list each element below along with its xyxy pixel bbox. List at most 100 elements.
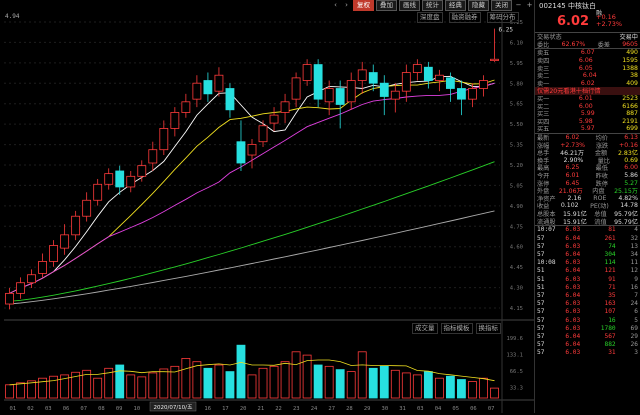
toolbar-button-1[interactable]: 叠加 — [376, 0, 397, 11]
candle-body[interactable] — [71, 215, 81, 236]
candle-body[interactable] — [38, 261, 47, 274]
volume-bar[interactable] — [324, 365, 334, 399]
candle-body[interactable] — [181, 101, 191, 113]
candle-body[interactable] — [390, 90, 400, 100]
candle-body[interactable] — [357, 69, 367, 81]
toolbar-button-3[interactable]: 统计 — [422, 0, 443, 11]
candle-body[interactable] — [280, 101, 290, 113]
arrow-right-icon[interactable]: › — [342, 1, 351, 10]
candle-body[interactable] — [335, 88, 345, 105]
candle-body[interactable] — [445, 77, 455, 89]
volume-bar[interactable] — [423, 371, 433, 399]
volume-bar[interactable] — [214, 364, 224, 399]
candle-body[interactable] — [104, 173, 114, 185]
candle-body[interactable] — [291, 77, 301, 100]
candle-body[interactable] — [60, 234, 70, 249]
volume-bar[interactable] — [368, 367, 378, 399]
volume-bar[interactable] — [313, 364, 323, 399]
volume-bar[interactable] — [269, 365, 279, 399]
candle-body[interactable] — [214, 74, 224, 92]
volume-tab-1[interactable]: 指标模板 — [440, 323, 473, 334]
volume-tab-0[interactable]: 成交量 — [412, 323, 438, 334]
kline-chart-area[interactable]: 6.25 6.10 5.95 5.80 5.65 5.50 5.35 5.20 5.05 4.90… — [0, 0, 534, 413]
candle-body[interactable] — [225, 88, 235, 111]
volume-bar[interactable] — [390, 369, 400, 399]
candle-body[interactable] — [49, 245, 59, 262]
candle-body[interactable] — [236, 141, 246, 164]
volume-bar[interactable] — [445, 375, 455, 399]
volume-bar[interactable] — [16, 382, 25, 399]
candle-body[interactable] — [379, 82, 389, 97]
volume-bar[interactable] — [490, 387, 499, 399]
candle-body[interactable] — [423, 66, 433, 81]
volume-bar[interactable] — [401, 372, 411, 399]
candle-body[interactable] — [401, 72, 411, 92]
candle-body[interactable] — [159, 128, 169, 151]
candle-body[interactable] — [115, 170, 125, 188]
candle-body[interactable] — [368, 72, 378, 84]
chart-subtab-2[interactable]: 筹码分布 — [486, 12, 519, 23]
toolbar-button-0[interactable]: 复权 — [353, 0, 374, 11]
candle-body[interactable] — [126, 175, 136, 188]
toolbar-button-6[interactable]: 关闭 — [491, 0, 512, 11]
tick-list[interactable]: 10:07 6.03 81 4 57 6.04 261 32 57 6.03 74 13 57 6.04 3… — [535, 224, 640, 357]
toolbar-button-5[interactable]: 隐藏 — [468, 0, 489, 11]
candle-body[interactable] — [27, 274, 36, 284]
toolbar-button-2[interactable]: 画线 — [399, 0, 420, 11]
candle-body[interactable] — [192, 82, 202, 100]
volume-bar[interactable] — [412, 374, 422, 399]
chart-subtab-0[interactable]: 深度盘 — [417, 12, 443, 23]
candle-body[interactable] — [203, 80, 213, 95]
volume-bar[interactable] — [291, 351, 301, 399]
toolbar-button-4[interactable]: 经典 — [445, 0, 466, 11]
candle-body[interactable] — [313, 64, 323, 100]
volume-bar[interactable] — [346, 371, 356, 399]
candle-body[interactable] — [93, 183, 103, 201]
candle-body[interactable] — [468, 88, 477, 100]
candle-body[interactable] — [148, 149, 158, 164]
kline-chart-svg[interactable]: 6.25 6.10 5.95 5.80 5.65 5.50 5.35 5.20 5.05 4.90… — [0, 0, 534, 413]
volume-tab-2[interactable]: 换指标 — [475, 323, 501, 334]
volume-bar[interactable] — [247, 374, 257, 399]
volume-bar[interactable] — [137, 376, 147, 399]
volume-bar[interactable] — [148, 372, 158, 399]
volume-bar[interactable] — [434, 377, 444, 399]
volume-bar[interactable] — [479, 377, 488, 399]
candle-body[interactable] — [258, 125, 268, 143]
volume-bar[interactable] — [115, 364, 125, 399]
minus-icon[interactable]: − — [514, 1, 523, 10]
volume-bar[interactable] — [49, 375, 59, 399]
volume-bar[interactable] — [457, 379, 466, 399]
volume-bar[interactable] — [280, 361, 290, 399]
plus-icon[interactable]: + — [525, 1, 534, 10]
volume-bar[interactable] — [236, 344, 246, 399]
volume-bar[interactable] — [93, 377, 103, 399]
volume-bar[interactable] — [379, 365, 389, 399]
candle-body[interactable] — [324, 88, 334, 103]
volume-bar[interactable] — [225, 371, 235, 399]
candle-body[interactable] — [5, 292, 14, 305]
candle-body[interactable] — [82, 199, 92, 217]
volume-bar[interactable] — [5, 384, 14, 399]
candle-body[interactable] — [170, 112, 180, 129]
candle-body[interactable] — [412, 64, 422, 73]
candle-body[interactable] — [269, 114, 279, 124]
candle-body[interactable] — [346, 80, 356, 103]
volume-bar[interactable] — [258, 367, 268, 399]
candle-body[interactable] — [302, 64, 312, 81]
arrow-left-icon[interactable]: ‹ — [331, 1, 340, 10]
volume-bar[interactable] — [159, 368, 169, 399]
candle-body[interactable] — [479, 80, 488, 89]
candle-body[interactable] — [490, 58, 499, 61]
volume-bar[interactable] — [126, 374, 136, 399]
volume-bar[interactable] — [203, 367, 213, 399]
candle-body[interactable] — [137, 165, 147, 177]
candle-body[interactable] — [16, 282, 25, 294]
volume-bar[interactable] — [468, 381, 477, 399]
candle-body[interactable] — [457, 88, 466, 100]
chart-subtab-1[interactable]: 融资融券 — [448, 12, 481, 23]
candle-body[interactable] — [434, 74, 444, 81]
volume-bar[interactable] — [357, 351, 367, 399]
level2-banner[interactable]: 仅需20元看港十档行情 — [535, 87, 640, 95]
volume-bar[interactable] — [181, 357, 191, 399]
